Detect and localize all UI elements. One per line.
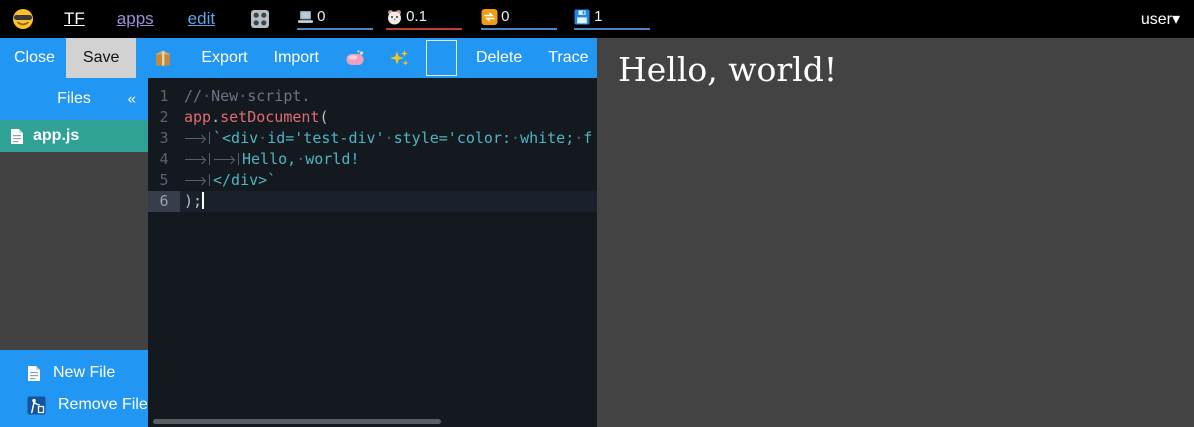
files-header: Files « <box>0 78 148 120</box>
tab-whitespace-icon <box>184 132 210 144</box>
code-lines: 1//·New·script.2app.setDocument(3`<div·i… <box>148 86 597 212</box>
resource-meters: 0 0.1 0 1 <box>271 8 650 30</box>
soap-icon[interactable] <box>345 48 365 68</box>
action-label: New File <box>53 364 115 382</box>
tab-whitespace-icon <box>184 153 210 165</box>
files-sidebar: Files « app.js New File Remove File <box>0 78 148 427</box>
metric-value: 0 <box>317 8 325 25</box>
horizontal-scrollbar[interactable] <box>153 419 441 424</box>
action-label: Remove File <box>58 396 148 414</box>
code-text: `<div·id='test-div'·style='color:·white;… <box>180 128 597 149</box>
sparkles-icon[interactable] <box>390 48 410 68</box>
control-knobs-icon[interactable] <box>249 8 271 30</box>
file-item-app.js[interactable]: app.js <box>0 120 148 152</box>
code-line-2[interactable]: 2app.setDocument( <box>148 107 597 128</box>
remove-file-button[interactable]: Remove File <box>0 389 148 421</box>
tab-whitespace-icon <box>213 153 239 165</box>
code-editor[interactable]: 1//·New·script.2app.setDocument(3`<div·i… <box>148 78 597 427</box>
text-cursor <box>202 192 204 209</box>
line-number: 5 <box>148 170 180 191</box>
line-number: 1 <box>148 86 180 107</box>
repeat-icon <box>481 9 498 25</box>
laptop-icon <box>297 9 314 25</box>
code-text: </div>` <box>180 170 597 191</box>
trace-button[interactable]: Trace <box>548 49 588 67</box>
preview-text: Hello, world! <box>597 38 1194 89</box>
file-list: app.js <box>0 120 148 152</box>
sidebar-collapse-button[interactable]: « <box>128 91 136 108</box>
package-icon[interactable] <box>153 48 173 68</box>
new-file-button[interactable]: New File <box>0 357 148 389</box>
line-number: 4 <box>148 149 180 170</box>
code-line-5[interactable]: 5</div>` <box>148 170 597 191</box>
nav-link-tf[interactable]: TF <box>64 9 85 29</box>
code-text: Hello,·world! <box>180 149 597 170</box>
metric-value: 0.1 <box>406 8 427 25</box>
line-number: 2 <box>148 107 180 128</box>
floppy-icon <box>574 9 591 25</box>
sidebar-actions: New File Remove File <box>0 350 148 427</box>
metric-laptop: 0 <box>297 8 373 30</box>
files-header-label: Files <box>57 90 91 108</box>
export-button[interactable]: Export <box>201 49 247 67</box>
page-icon <box>27 365 41 382</box>
code-line-1[interactable]: 1//·New·script. <box>148 86 597 107</box>
user-menu[interactable]: user▾ <box>1141 9 1180 29</box>
code-line-4[interactable]: 4Hello,·world! <box>148 149 597 170</box>
code-text: ); <box>180 191 597 212</box>
litter-icon <box>27 396 46 415</box>
delete-button[interactable]: Delete <box>476 49 522 67</box>
metric-repeat: 0 <box>481 8 557 30</box>
metric-value: 1 <box>594 8 602 25</box>
metric-hamster: 0.1 <box>386 8 462 30</box>
code-text: //·New·script. <box>180 86 597 107</box>
code-line-3[interactable]: 3`<div·id='test-div'·style='color:·white… <box>148 128 597 149</box>
line-number: 3 <box>148 128 180 149</box>
top-nav-bar: TF apps edit 0 0.1 0 1 user▾ <box>0 0 1194 38</box>
editor-toolbar: Close Save Export Import <box>0 38 597 78</box>
app-window: TF apps edit 0 0.1 0 1 user▾ Close Save Exp… <box>0 0 1194 427</box>
nav-link-apps[interactable]: apps <box>117 9 154 29</box>
tab-whitespace-icon <box>184 174 210 186</box>
page-icon <box>10 128 24 145</box>
code-text: app.setDocument( <box>180 107 597 128</box>
line-number: 6 <box>148 191 180 212</box>
metric-floppy: 1 <box>574 8 650 30</box>
import-button[interactable]: Import <box>274 49 319 67</box>
sunglasses-face-icon[interactable] <box>12 8 34 30</box>
file-name: app.js <box>33 127 79 145</box>
hamster-icon <box>386 9 403 25</box>
preview-pane: Hello, world! <box>597 38 1194 427</box>
nav-link-edit[interactable]: edit <box>188 9 215 29</box>
close-button[interactable]: Close <box>14 49 55 67</box>
code-line-6[interactable]: 6); <box>148 191 597 212</box>
save-button[interactable]: Save <box>66 38 136 78</box>
empty-toolbar-button[interactable] <box>426 40 457 76</box>
metric-value: 0 <box>501 8 509 25</box>
